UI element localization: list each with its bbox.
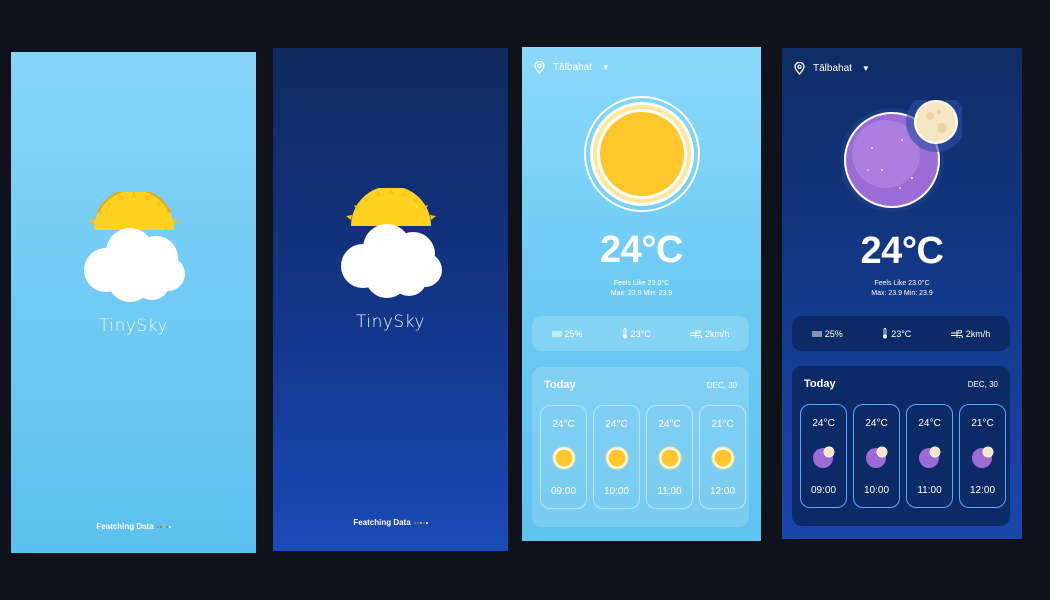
thermometer-icon: [883, 328, 888, 339]
hourly-time: 10:00: [863, 485, 890, 496]
hourly-card[interactable]: 24°C 09:00: [540, 405, 587, 509]
hourly-temp: 24°C: [812, 418, 835, 429]
location-selector[interactable]: Tālbahat ▼: [794, 62, 870, 75]
small-sun-icon: [552, 446, 576, 475]
max-min-text: Max: 23.9 Min: 23.9: [610, 290, 673, 297]
current-temperature: 24°C: [860, 230, 944, 272]
app-name: TinySky: [355, 312, 425, 332]
hourly-temp: 24°C: [605, 419, 628, 430]
today-title: Today: [804, 378, 836, 390]
hourly-temp: 24°C: [552, 419, 575, 430]
today-title: Today: [544, 379, 576, 391]
map-pin-icon: [794, 62, 805, 75]
loading-dots-icon: [156, 525, 171, 528]
feels-temp-value: 23°C: [891, 328, 912, 339]
wind-stat: 2km/h: [950, 328, 991, 339]
weather-screen-day: Tālbahat ▼ 24°C Feels Like 23.0°C Max: 2…: [522, 47, 761, 541]
feels-like-text: Feels Like 23.0°C: [874, 280, 930, 287]
loading-text: Featching Data: [353, 518, 411, 527]
small-moon-icon: [865, 445, 889, 474]
feels-temp-value: 23°C: [630, 328, 651, 339]
feels-like-text: Feels Like 23.0°C: [613, 280, 670, 287]
hourly-card[interactable]: 24°C 11:00: [906, 404, 953, 508]
small-moon-icon: [971, 445, 995, 474]
haze-lines-icon: [551, 331, 562, 336]
app-name: TinySky: [98, 316, 168, 336]
loading-indicator: Featching Data: [11, 522, 256, 531]
hourly-temp: 21°C: [971, 418, 994, 429]
today-forecast-panel: Today DEC, 30 24°C 09:00 24°C 10:00 24°C…: [532, 367, 749, 527]
hourly-cards: 24°C 09:00 24°C 10:00 24°C 11:00 21°C 12…: [800, 404, 1006, 508]
sun-icon: [583, 95, 701, 218]
wind-value: 2km/h: [704, 328, 730, 339]
caret-down-icon: ▼: [601, 63, 610, 72]
feels-temp-stat: 23°C: [622, 328, 651, 339]
loading-dots-icon: [413, 521, 428, 524]
hourly-card[interactable]: 24°C 11:00: [646, 405, 693, 509]
hourly-temp: 24°C: [918, 418, 941, 429]
location-name: Tālbahat: [813, 63, 852, 74]
weather-stats-bar: 25% 23°C 2km/h: [532, 316, 749, 351]
small-sun-icon: [711, 446, 735, 475]
hourly-time: 09:00: [550, 486, 577, 497]
hourly-temp: 24°C: [658, 419, 681, 430]
caret-down-icon: ▼: [861, 64, 870, 73]
hourly-card[interactable]: 24°C 10:00: [593, 405, 640, 509]
map-pin-icon: [534, 61, 545, 74]
sun-cloud-logo-icon: [335, 186, 447, 309]
wind-icon: [689, 329, 702, 338]
wind-icon: [950, 329, 963, 338]
hourly-card[interactable]: 24°C 10:00: [853, 404, 900, 508]
hourly-time: 11:00: [917, 485, 942, 496]
humidity-value: 25%: [564, 328, 583, 339]
hourly-time: 11:00: [657, 486, 682, 497]
humidity-stat: 25%: [551, 328, 583, 339]
current-temperature: 24°C: [600, 229, 683, 271]
hourly-card[interactable]: 24°C 09:00: [800, 404, 847, 508]
hourly-card[interactable]: 21°C 12:00: [699, 405, 746, 509]
splash-screen-day: TinySky Featching Data: [11, 52, 256, 553]
hourly-temp: 21°C: [711, 419, 734, 430]
wind-stat: 2km/h: [689, 328, 730, 339]
small-moon-icon: [812, 445, 836, 474]
moon-planet-icon: [840, 92, 966, 217]
sun-cloud-logo-icon: [78, 188, 190, 313]
today-date: DEC, 30: [706, 381, 737, 390]
loading-text: Featching Data: [96, 522, 154, 531]
humidity-value: 25%: [824, 328, 843, 339]
small-sun-icon: [658, 446, 682, 475]
loading-indicator: Featching Data: [273, 518, 508, 527]
weather-screen-night: Tālbahat ▼ 24°C Feels Like 23.0°C Max: 2…: [782, 48, 1022, 539]
hourly-time: 12:00: [969, 485, 996, 496]
hourly-time: 12:00: [709, 486, 736, 497]
humidity-stat: 25%: [811, 328, 843, 339]
hourly-card[interactable]: 21°C 12:00: [959, 404, 1006, 508]
small-moon-icon: [918, 445, 942, 474]
splash-screen-night: TinySky Featching Data: [273, 48, 508, 551]
hourly-time: 10:00: [603, 486, 630, 497]
weather-stats-bar: 25% 23°C 2km/h: [792, 316, 1010, 351]
hourly-time: 09:00: [810, 485, 837, 496]
small-sun-icon: [605, 446, 629, 475]
hourly-cards: 24°C 09:00 24°C 10:00 24°C 11:00 21°C 12…: [540, 405, 746, 509]
feels-temp-stat: 23°C: [882, 328, 911, 339]
thermometer-icon: [622, 328, 627, 339]
today-forecast-panel: Today DEC, 30 24°C 09:00 24°C 10:00 24°C…: [792, 366, 1010, 526]
haze-lines-icon: [811, 331, 822, 336]
today-date: DEC, 30: [967, 380, 998, 389]
wind-value: 2km/h: [965, 328, 991, 339]
location-selector[interactable]: Tālbahat ▼: [534, 61, 610, 74]
hourly-temp: 24°C: [865, 418, 888, 429]
location-name: Tālbahat: [553, 62, 592, 73]
max-min-text: Max: 23.9 Min: 23.9: [871, 290, 933, 297]
